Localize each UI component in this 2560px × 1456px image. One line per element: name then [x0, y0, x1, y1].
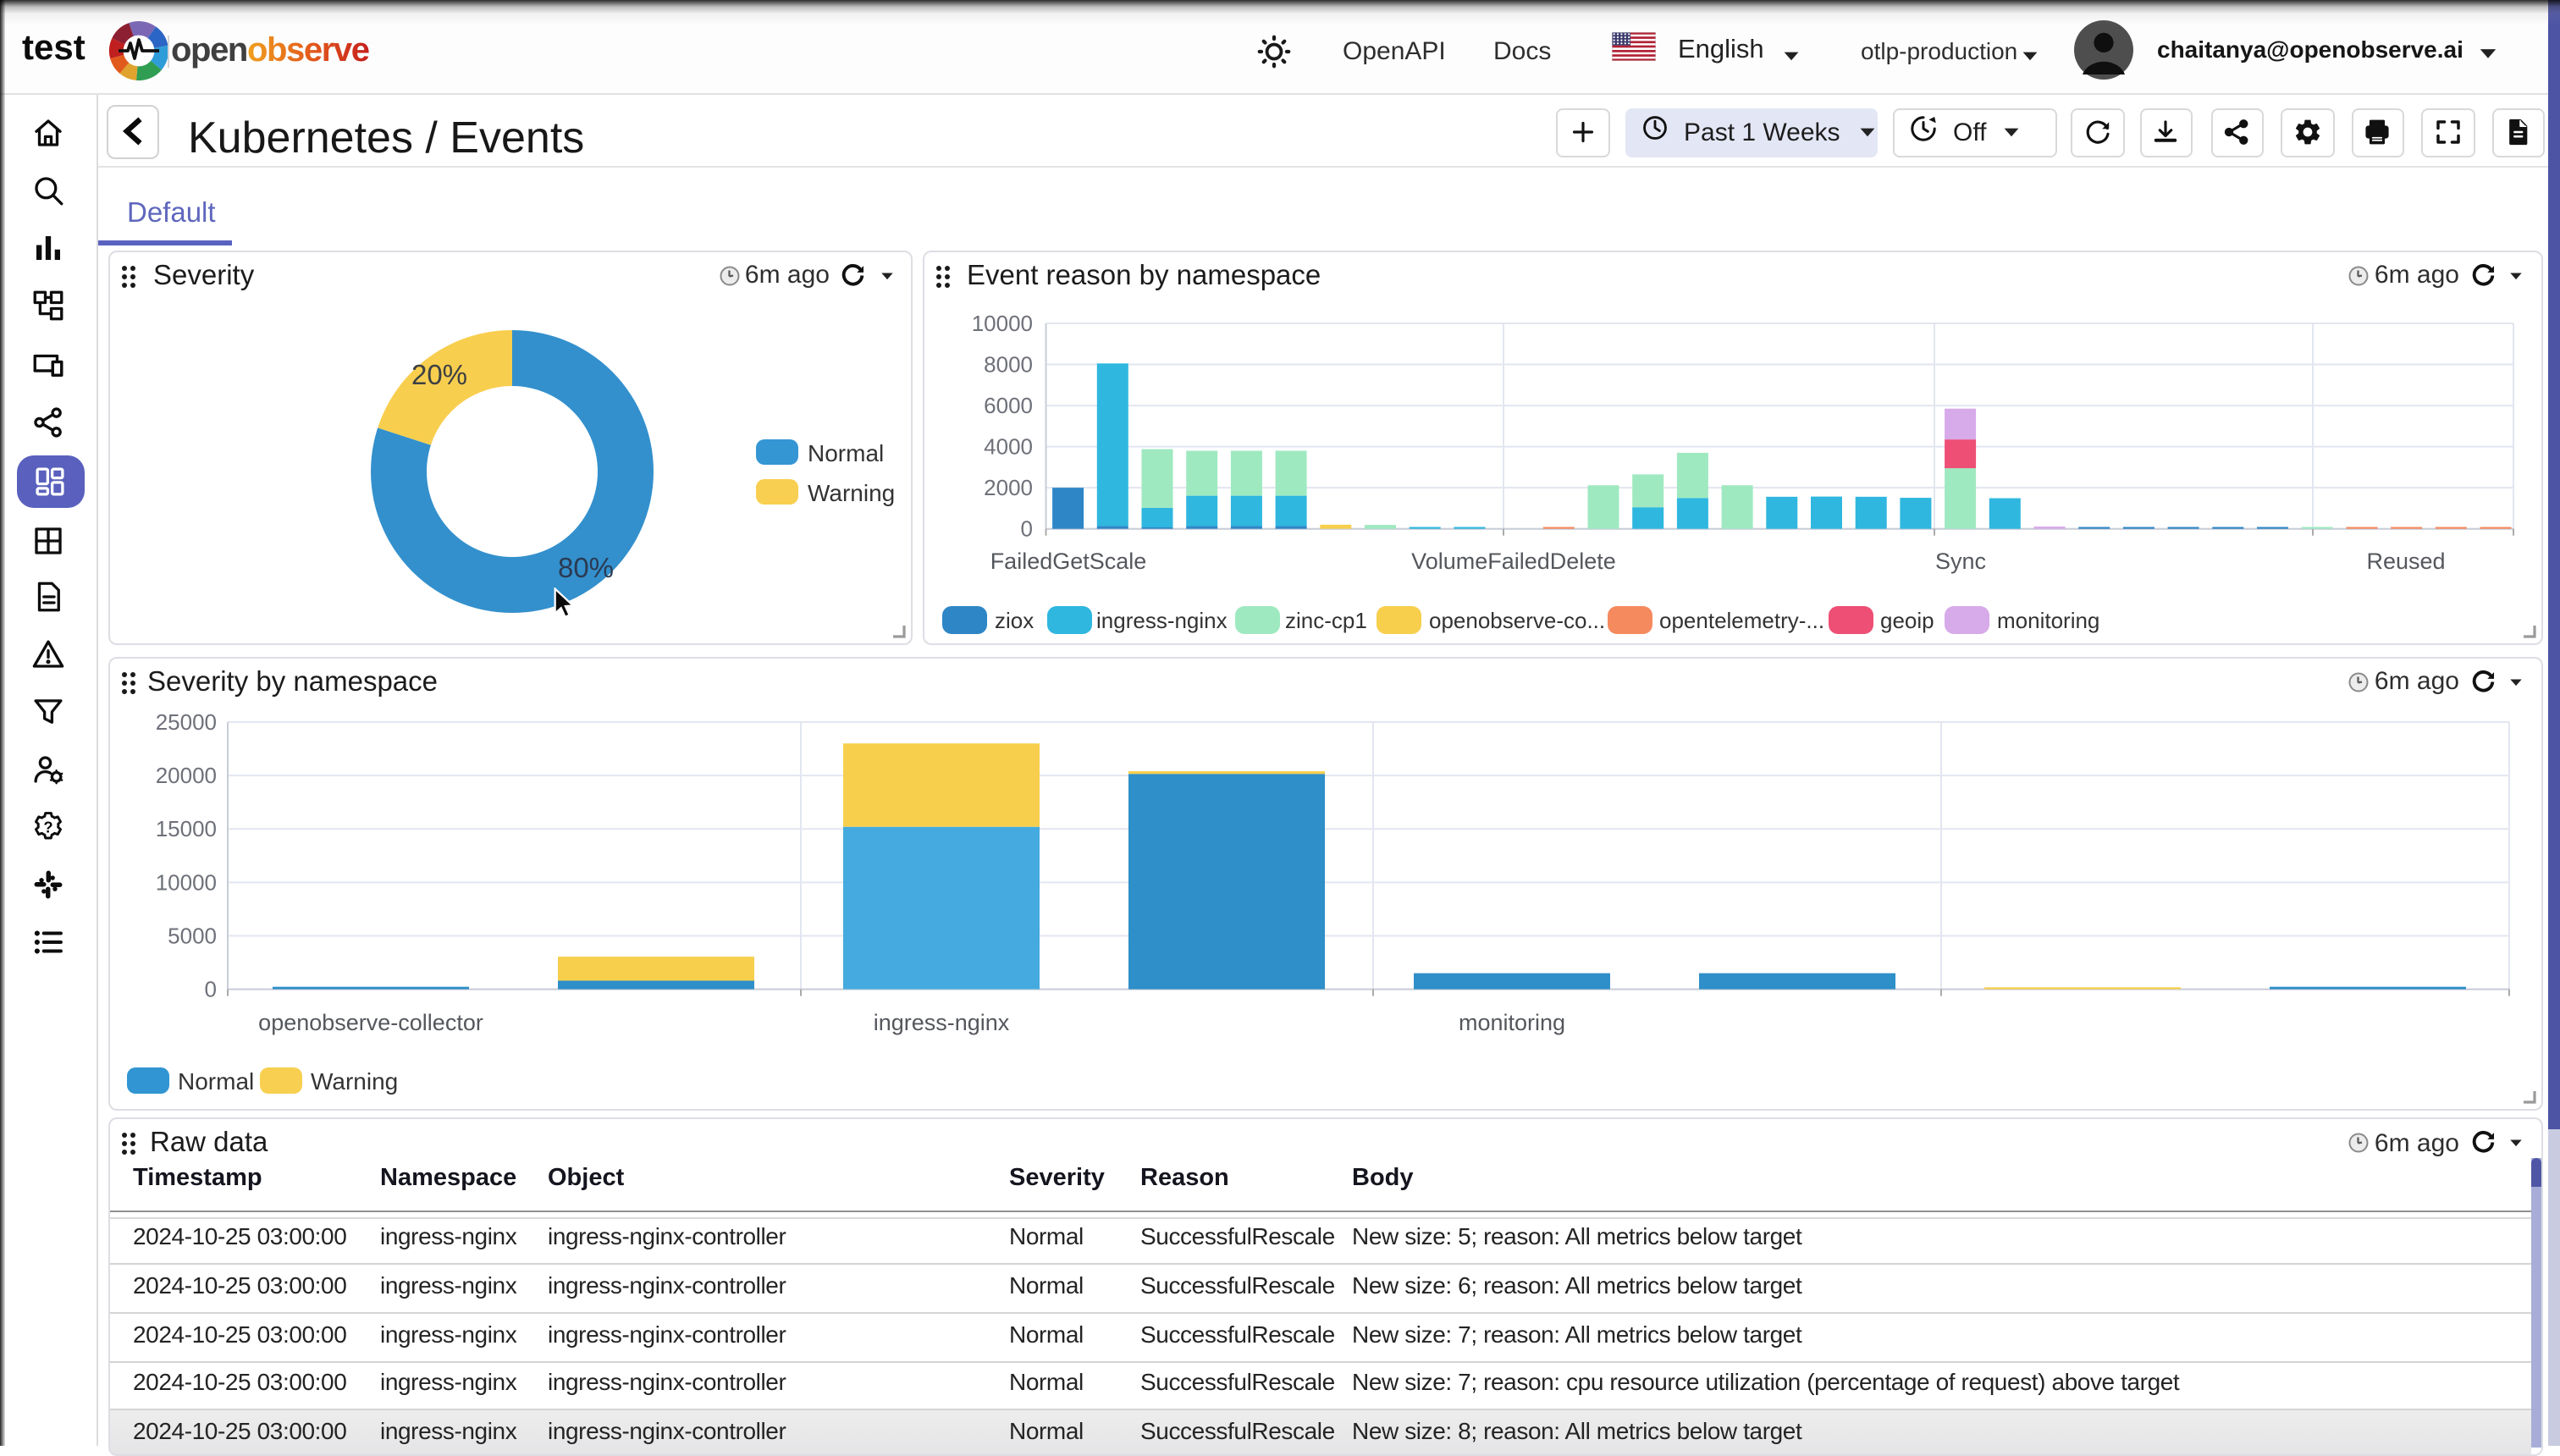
- svg-text:15000: 15000: [155, 815, 216, 841]
- svg-text:monitoring: monitoring: [1458, 1009, 1564, 1034]
- svg-text:?: ?: [43, 819, 52, 836]
- svg-text:Reused: Reused: [2365, 548, 2444, 573]
- svg-text:10000: 10000: [971, 310, 1032, 335]
- svg-text:5000: 5000: [167, 922, 216, 947]
- svg-text:2000: 2000: [983, 474, 1032, 499]
- svg-text:ziox: ziox: [994, 607, 1033, 632]
- svg-text:4000: 4000: [983, 433, 1032, 459]
- svg-text:ingress-nginx: ingress-nginx: [873, 1009, 1009, 1034]
- svg-text:0: 0: [204, 976, 216, 1001]
- svg-text:opentelemetry-...: opentelemetry-...: [1658, 607, 1823, 632]
- svg-text:Normal: Normal: [177, 1067, 253, 1094]
- svg-text:VolumeFailedDelete: VolumeFailedDelete: [1410, 548, 1615, 573]
- svg-text:openobserve-co...: openobserve-co...: [1428, 607, 1604, 632]
- svg-text:Warning: Warning: [310, 1067, 397, 1094]
- svg-text:Normal: Normal: [807, 439, 883, 466]
- svg-text:monitoring: monitoring: [1996, 607, 2099, 632]
- svg-text:Sync: Sync: [1934, 548, 1985, 573]
- svg-text:ingress-nginx: ingress-nginx: [1095, 607, 1227, 632]
- svg-text:zinc-cp1: zinc-cp1: [1284, 607, 1366, 632]
- svg-text:geoip: geoip: [1879, 607, 1934, 632]
- svg-text:80%: 80%: [557, 551, 613, 582]
- svg-text:10000: 10000: [155, 869, 216, 894]
- svg-text:0: 0: [1020, 516, 1032, 541]
- svg-text:20000: 20000: [155, 762, 216, 787]
- svg-text:Warning: Warning: [807, 479, 894, 505]
- svg-text:FailedGetScale: FailedGetScale: [990, 548, 1146, 573]
- svg-text:6000: 6000: [983, 392, 1032, 417]
- svg-text:openobserve-collector: openobserve-collector: [257, 1009, 483, 1034]
- svg-text:20%: 20%: [411, 358, 466, 389]
- svg-text:8000: 8000: [983, 351, 1032, 377]
- svg-text:25000: 25000: [155, 709, 216, 734]
